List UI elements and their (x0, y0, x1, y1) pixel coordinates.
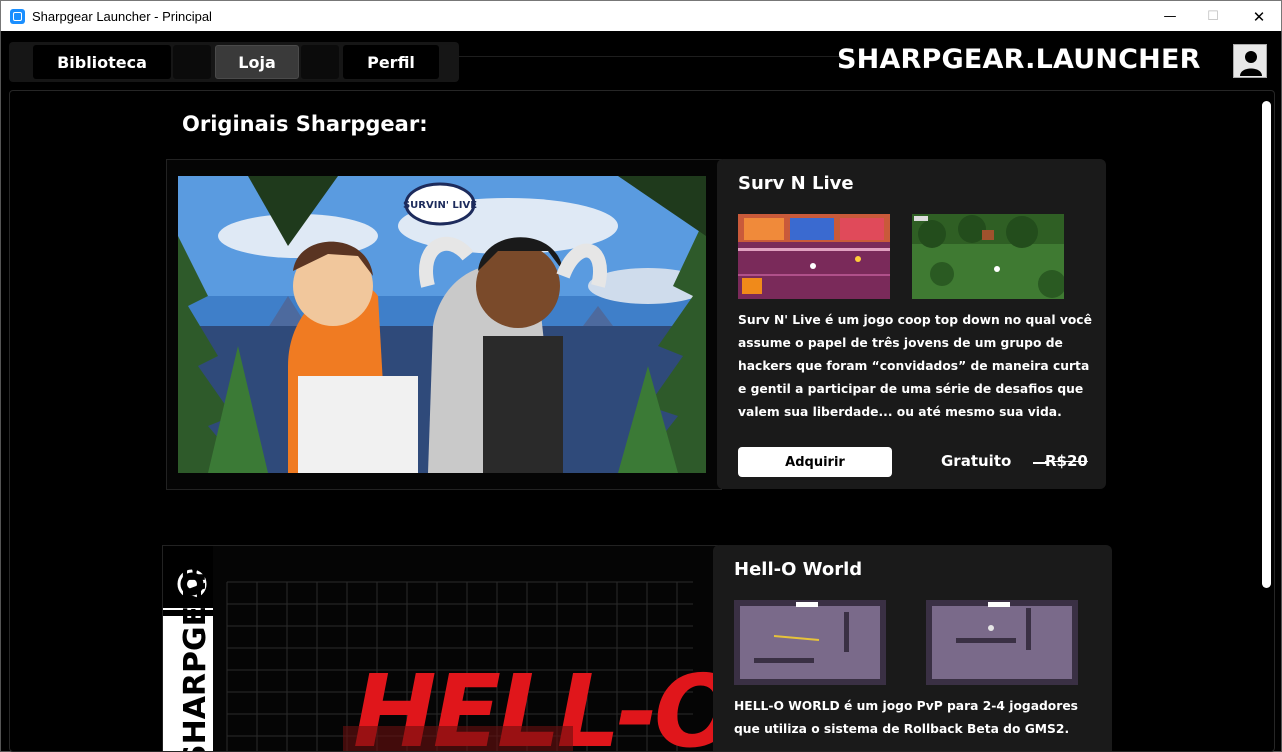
game-screenshot[interactable] (738, 214, 890, 299)
tab-biblioteca[interactable]: Biblioteca (33, 45, 171, 79)
description-line: hackers que foram “convidados” de maneir… (738, 359, 1090, 373)
screenshot-image (738, 214, 890, 299)
game-card-hell-o-world: Hell-O World HELL-O WORLD é um jogo PvP … (713, 545, 1112, 751)
store-content[interactable]: Originais Sharpgear: SURVIN' LIVE Surv N… (9, 90, 1275, 752)
minimize-button[interactable]: — (1147, 1, 1193, 32)
description-line: assume o papel de três jovens de um grup… (738, 336, 1063, 350)
screenshot-image (734, 600, 886, 685)
screenshot-image (912, 214, 1064, 299)
game-description: HELL-O WORLD é um jogo PvP para 2-4 joga… (734, 695, 1104, 741)
game-card-surv-n-live: Surv N Live Surv N' Live é um jogo coop … (717, 159, 1106, 489)
window-titlebar: Sharpgear Launcher - Principal — ☐ ✕ (0, 0, 1282, 31)
description-line: HELL-O WORLD é um jogo PvP para 2-4 joga… (734, 699, 1078, 713)
close-button[interactable]: ✕ (1236, 1, 1282, 32)
tab-loja[interactable]: Loja (215, 45, 299, 79)
section-title: Originais Sharpgear: (182, 112, 428, 136)
old-price-label: R$20 (1033, 452, 1088, 470)
tab-separator (301, 45, 339, 79)
game-description: Surv N' Live é um jogo coop top down no … (738, 309, 1098, 424)
screenshot-image (926, 600, 1078, 685)
game-title: Hell-O World (734, 559, 863, 580)
user-icon (1240, 51, 1262, 76)
tab-perfil[interactable]: Perfil (343, 45, 439, 79)
old-price-value: R$20 (1045, 452, 1088, 470)
description-line: que utiliza o sistema de Rollback Beta d… (734, 722, 1070, 736)
price-label: Gratuito (941, 452, 1012, 470)
buy-button[interactable]: Adquirir (738, 447, 892, 477)
maximize-button[interactable]: ☐ (1190, 1, 1236, 32)
hell-o-world-cover-art: SHARPGEAR HELL-O (163, 546, 717, 752)
description-line: Surv N' Live é um jogo coop top down no … (738, 313, 1092, 327)
cover-logo-text: SURVIN' LIVE (403, 200, 477, 211)
user-avatar[interactable] (1233, 44, 1267, 78)
game-screenshot[interactable] (912, 214, 1064, 299)
cover-side-text: SHARPGEAR (178, 560, 213, 752)
game-screenshot[interactable] (734, 600, 886, 685)
brand-title: SHARPGEAR.LAUNCHER (837, 44, 1201, 75)
description-line: valem sua liberdade... ou até mesmo sua … (738, 405, 1062, 419)
app-icon (10, 9, 25, 24)
game-cover-surv-n-live[interactable]: SURVIN' LIVE (166, 159, 722, 490)
divider (459, 56, 839, 57)
tab-separator (173, 45, 211, 79)
game-cover-hell-o-world[interactable]: SHARPGEAR HELL-O (162, 545, 718, 752)
client-area: Biblioteca Loja Perfil SHARPGEAR.LAUNCHE… (0, 31, 1282, 752)
surv-n-live-cover-art: SURVIN' LIVE (178, 176, 706, 473)
game-title: Surv N Live (738, 173, 854, 194)
game-screenshot[interactable] (926, 600, 1078, 685)
description-line: e gentil a participar de uma série de de… (738, 382, 1084, 396)
window-title: Sharpgear Launcher - Principal (32, 9, 212, 24)
scrollbar-thumb[interactable] (1262, 101, 1271, 588)
main-tabbar: Biblioteca Loja Perfil (9, 42, 459, 82)
